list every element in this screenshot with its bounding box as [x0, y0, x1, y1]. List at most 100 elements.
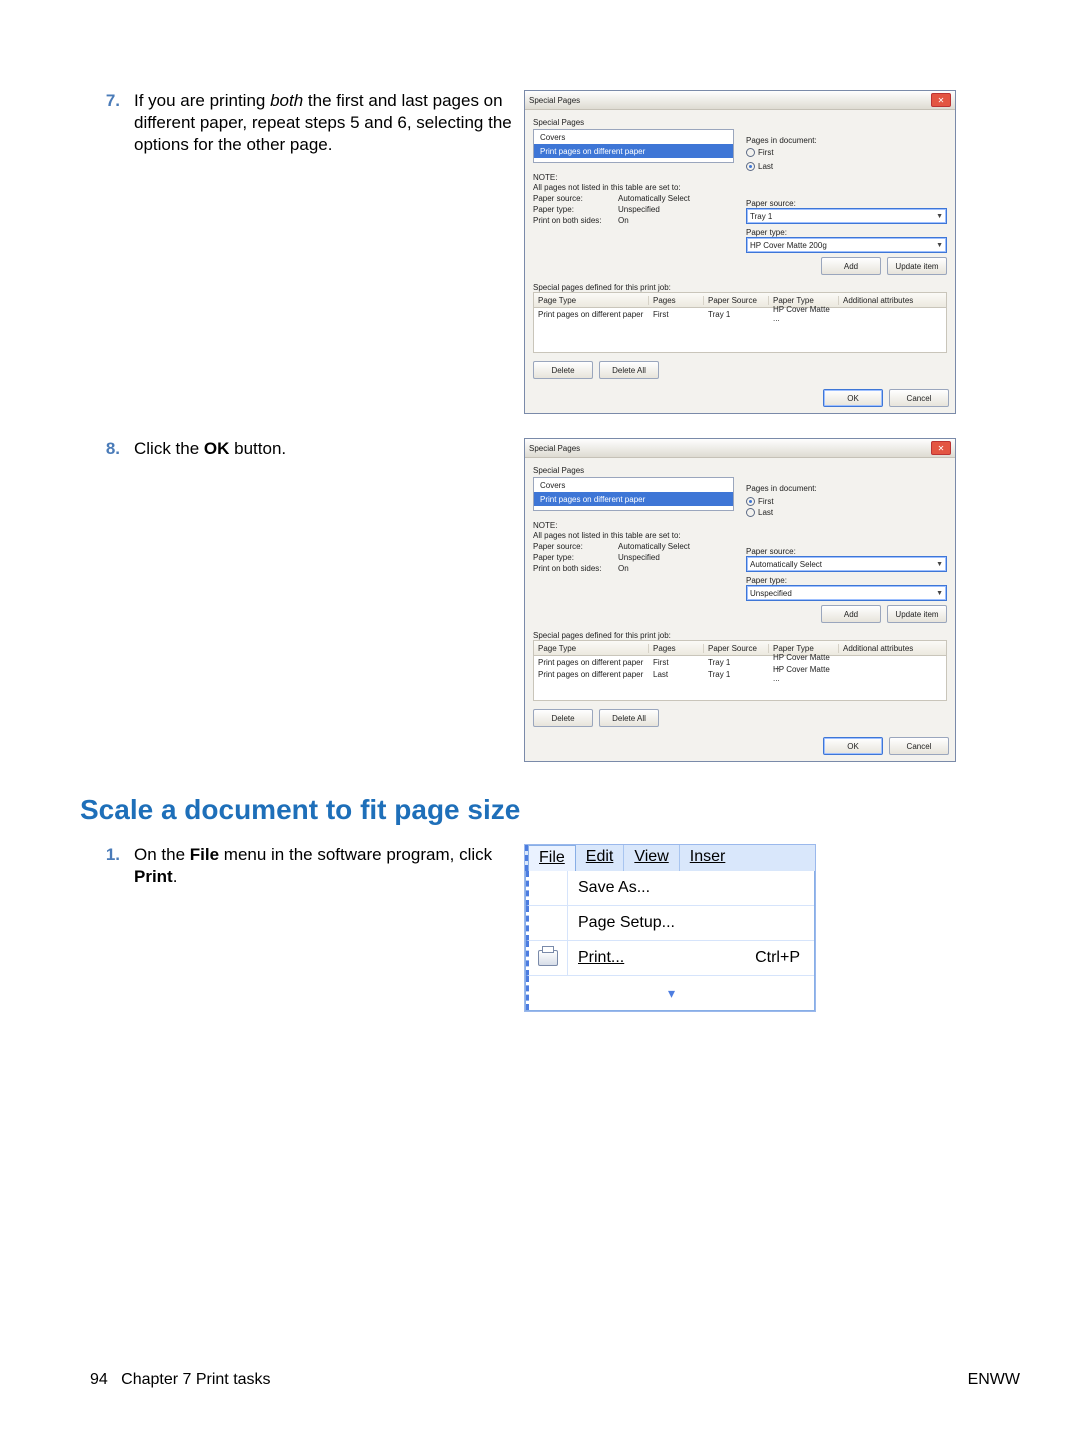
menu-view[interactable]: View — [624, 845, 679, 871]
special-pages-dialog-b: Special Pages ✕ Special Pages Covers Pri… — [524, 438, 956, 762]
lbl: Pages in document: — [746, 136, 947, 145]
close-icon[interactable]: ✕ — [931, 441, 951, 455]
paper-type-combo[interactable]: Unspecified▼ — [746, 585, 947, 601]
radio-first[interactable]: First — [746, 148, 774, 157]
radio-first[interactable]: First — [746, 497, 774, 506]
shortcut: Ctrl+P — [755, 949, 814, 967]
close-icon[interactable]: ✕ — [931, 93, 951, 107]
radio-last[interactable]: Last — [746, 508, 773, 517]
chevron-down-icon: ▼ — [936, 242, 943, 249]
delete-button[interactable]: Delete — [533, 709, 593, 727]
ok-button[interactable]: OK — [823, 737, 883, 755]
table-body[interactable]: Print pages on different paper First Tra… — [533, 656, 947, 701]
btn-label: Delete — [551, 714, 574, 723]
page-footer: 94 Chapter 7 Print tasks ENWW — [90, 1371, 1020, 1389]
dialog-title: Special Pages — [529, 444, 580, 453]
update-item-button[interactable]: Update item — [887, 257, 947, 275]
delete-all-button[interactable]: Delete All — [599, 361, 659, 379]
special-pages-list[interactable]: Covers Print pages on different paper — [533, 477, 734, 511]
cell: Tray 1 — [704, 658, 769, 667]
add-button[interactable]: Add — [821, 257, 881, 275]
cell: Print pages on different paper — [534, 670, 649, 679]
btn-label: Delete — [551, 366, 574, 375]
special-pages-dialog-a: Special Pages ✕ Special Pages Covers Pri… — [524, 90, 956, 414]
menu-bar: File Edit View Inser — [525, 845, 815, 871]
lbl: Pages in document: — [746, 484, 947, 493]
step-text: If you are printing both the first and l… — [134, 90, 524, 156]
lbl: Paper source: — [746, 199, 947, 208]
radio-label: Last — [758, 508, 773, 517]
list-item[interactable]: Print pages on different paper — [534, 144, 733, 158]
col: Paper Source — [704, 296, 769, 305]
menu-item-label: Save As... — [568, 879, 814, 897]
ok-button[interactable]: OK — [823, 389, 883, 407]
table-row[interactable]: Print pages on different paper First Tra… — [534, 656, 946, 668]
note-text: All pages not listed in this table are s… — [533, 183, 734, 192]
step-text: Click the OK button. — [134, 438, 524, 460]
col: Paper Type — [769, 644, 839, 653]
paper-source-combo[interactable]: Automatically Select▼ — [746, 556, 947, 572]
special-pages-list[interactable]: Covers Print pages on different paper — [533, 129, 734, 163]
menu-item-print[interactable]: Print... Ctrl+P — [526, 941, 814, 976]
menu-item-label: Page Setup... — [568, 914, 814, 932]
bold: File — [190, 845, 219, 864]
page-number: 94 — [90, 1371, 108, 1388]
table-body[interactable]: Print pages on different paper First Tra… — [533, 308, 947, 353]
dialog-titlebar: Special Pages ✕ — [525, 91, 955, 110]
lbl: Paper type: — [533, 205, 618, 214]
list-item[interactable]: Covers — [534, 130, 733, 144]
list-item[interactable]: Covers — [534, 478, 733, 492]
cell: First — [649, 310, 704, 319]
delete-all-button[interactable]: Delete All — [599, 709, 659, 727]
footer-left: 94 Chapter 7 Print tasks — [90, 1371, 271, 1389]
cell: Last — [649, 670, 704, 679]
list-item[interactable]: Print pages on different paper — [534, 492, 733, 506]
combo-value: Unspecified — [750, 589, 792, 598]
col: Page Type — [534, 644, 649, 653]
menu-label: Inser — [690, 848, 726, 865]
menu-item-page-setup[interactable]: Page Setup... — [526, 906, 814, 941]
add-button[interactable]: Add — [821, 605, 881, 623]
menu-label: Edit — [586, 848, 614, 865]
txt: . — [173, 867, 178, 886]
btn-label: Cancel — [907, 742, 932, 751]
paper-source-combo[interactable]: Tray 1▼ — [746, 208, 947, 224]
lbl: Print on both sides: — [533, 216, 618, 225]
printer-icon — [538, 950, 558, 966]
table-label: Special pages defined for this print job… — [533, 631, 947, 640]
col: Additional attributes — [839, 296, 946, 305]
combo-value: HP Cover Matte 200g — [750, 241, 827, 250]
cancel-button[interactable]: Cancel — [889, 737, 949, 755]
paper-type-combo[interactable]: HP Cover Matte 200g ▼ — [746, 237, 947, 253]
table-row[interactable]: Print pages on different paper Last Tray… — [534, 668, 946, 680]
menu-edit[interactable]: Edit — [576, 845, 625, 871]
lbl: Paper type: — [746, 228, 947, 237]
table-row[interactable]: Print pages on different paper First Tra… — [534, 308, 946, 320]
radio-label: First — [758, 497, 774, 506]
cell: Print pages on different paper — [534, 310, 649, 319]
cell: HP Cover Matte ... — [769, 305, 839, 323]
step-8-row: 8. Click the OK button. Special Pages ✕ … — [60, 438, 1020, 762]
radio-label: Last — [758, 162, 773, 171]
step-1-row: 1. On the File menu in the software prog… — [60, 844, 1020, 1012]
cancel-button[interactable]: Cancel — [889, 389, 949, 407]
chevrons-down-icon: ▾ — [668, 985, 675, 1002]
menu-item-label: Print... — [578, 949, 624, 966]
cell: First — [649, 658, 704, 667]
menu-item-save-as[interactable]: Save As... — [526, 871, 814, 906]
menu-insert[interactable]: Inser — [680, 845, 736, 871]
step-7-row: 7. If you are printing both the first an… — [60, 90, 1020, 414]
file-menu-figure: File Edit View Inser Save As... Page Set… — [524, 844, 816, 1012]
txt: On the — [134, 845, 190, 864]
menu-label: View — [634, 848, 668, 865]
btn-label: Delete All — [612, 366, 646, 375]
radio-last[interactable]: Last — [746, 162, 773, 171]
delete-button[interactable]: Delete — [533, 361, 593, 379]
btn-label: Update item — [895, 262, 938, 271]
menu-expand[interactable]: ▾ — [526, 976, 814, 1010]
update-item-button[interactable]: Update item — [887, 605, 947, 623]
file-dropdown: Save As... Page Setup... Print... Ctrl+P… — [525, 871, 815, 1011]
val: Automatically Select — [618, 194, 734, 203]
menu-file[interactable]: File — [528, 845, 576, 871]
lbl: Paper source: — [533, 194, 618, 203]
